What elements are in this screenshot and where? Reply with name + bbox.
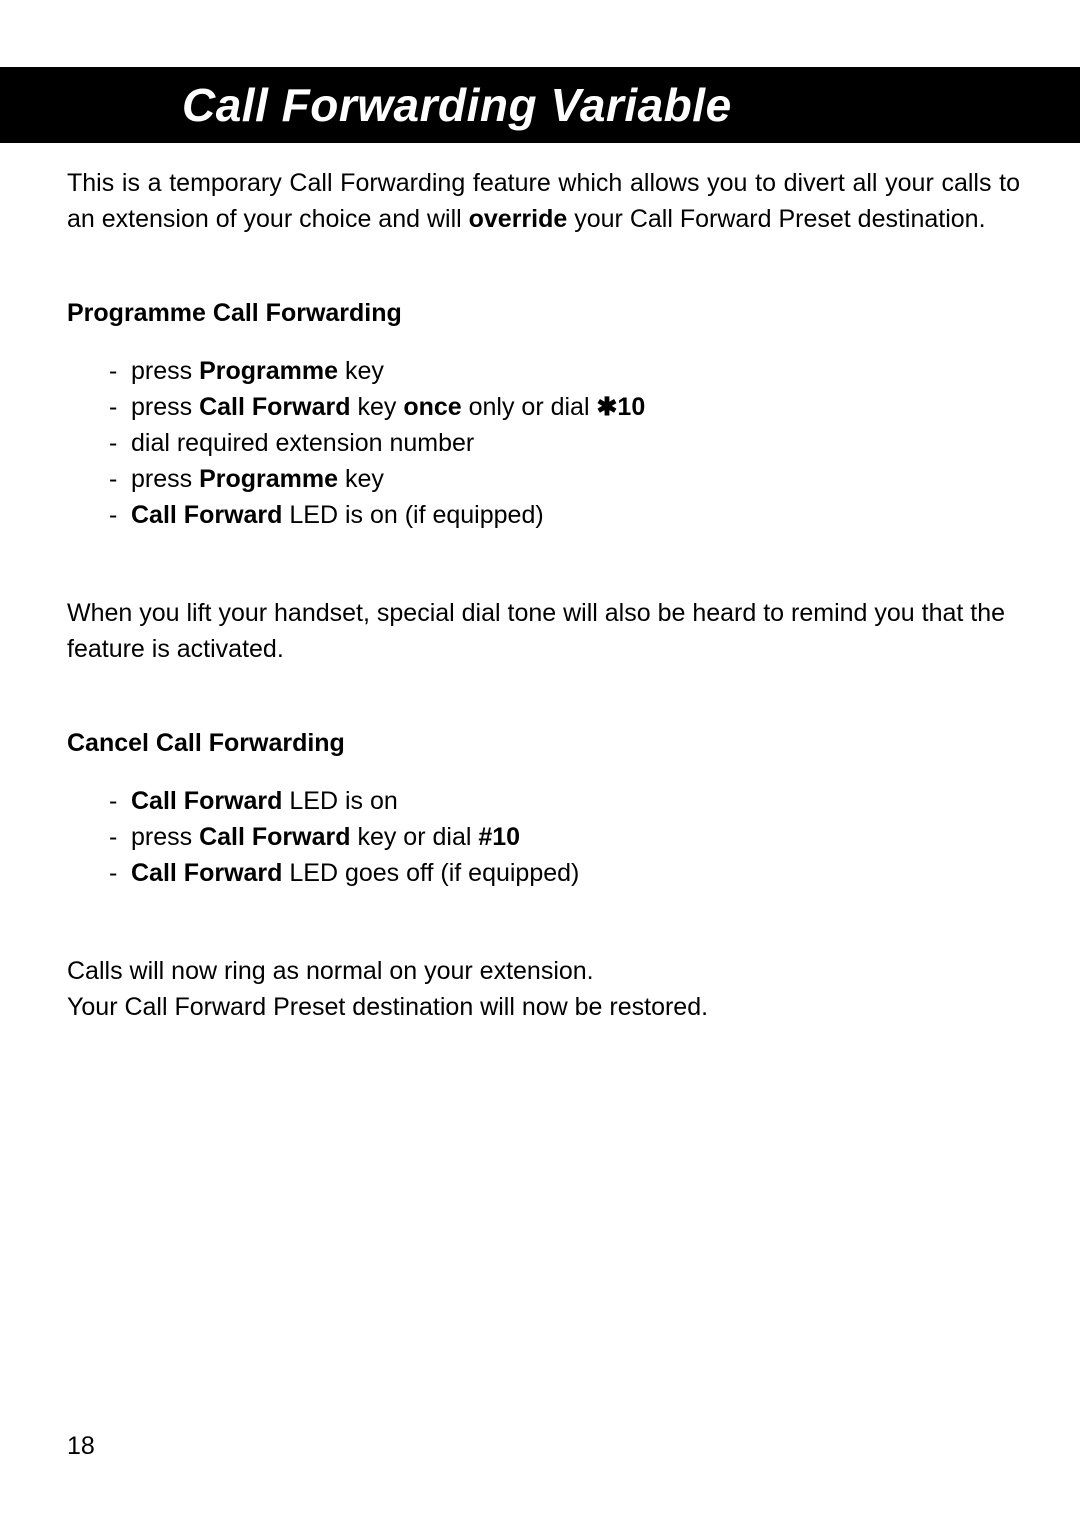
intro-text-2: your Call Forward Preset destination. (567, 205, 985, 233)
item-bold: Call Forward (131, 501, 282, 529)
content-area: This is a temporary Call Forwarding feat… (67, 165, 1020, 1025)
page-number: 18 (67, 1432, 95, 1461)
item-bold: Call Forward (131, 859, 282, 887)
item-text: press (131, 393, 199, 421)
closing-line1: Calls will now ring as normal on your ex… (67, 953, 1020, 989)
list-item: press Call Forward key or dial #10 (109, 819, 1020, 855)
list-item: Call Forward LED is on (109, 783, 1020, 819)
mid-paragraph: When you lift your handset, special dial… (67, 595, 1020, 667)
list-item: Call Forward LED goes off (if equipped) (109, 855, 1020, 891)
item-bold: Call Forward (199, 823, 350, 851)
list-item: dial required extension number (109, 425, 1020, 461)
item-bold: once (403, 393, 461, 421)
section1-list: press Programme key press Call Forward k… (67, 353, 1020, 533)
item-text: LED is on (282, 787, 397, 815)
section2-list: Call Forward LED is on press Call Forwar… (67, 783, 1020, 891)
section2-heading: Cancel Call Forwarding (67, 729, 1020, 758)
item-text: press (131, 357, 199, 385)
item-text: press (131, 823, 199, 851)
item-text: dial required extension number (131, 429, 474, 457)
list-item: Call Forward LED is on (if equipped) (109, 497, 1020, 533)
item-bold: ✱10 (596, 393, 645, 421)
item-bold: #10 (478, 823, 520, 851)
list-item: press Programme key (109, 353, 1020, 389)
intro-bold-1: override (469, 205, 568, 233)
item-text: key (338, 465, 384, 493)
intro-paragraph: This is a temporary Call Forwarding feat… (67, 165, 1020, 237)
item-text: only or dial (462, 393, 597, 421)
item-text: LED goes off (if equipped) (282, 859, 579, 887)
item-text: LED is on (if equipped) (282, 501, 543, 529)
item-bold: Programme (199, 357, 338, 385)
item-bold: Call Forward (199, 393, 350, 421)
item-text: key (338, 357, 384, 385)
page-title: Call Forwarding Variable (182, 78, 732, 132)
item-text: press (131, 465, 199, 493)
closing-paragraph: Calls will now ring as normal on your ex… (67, 953, 1020, 1025)
item-text: key (351, 393, 404, 421)
list-item: press Programme key (109, 461, 1020, 497)
item-bold: Programme (199, 465, 338, 493)
item-text: key or dial (351, 823, 479, 851)
closing-line2: Your Call Forward Preset destination wil… (67, 989, 1020, 1025)
section1-heading: Programme Call Forwarding (67, 299, 1020, 328)
item-bold: Call Forward (131, 787, 282, 815)
list-item: press Call Forward key once only or dial… (109, 389, 1020, 425)
title-banner: Call Forwarding Variable (0, 67, 1080, 143)
